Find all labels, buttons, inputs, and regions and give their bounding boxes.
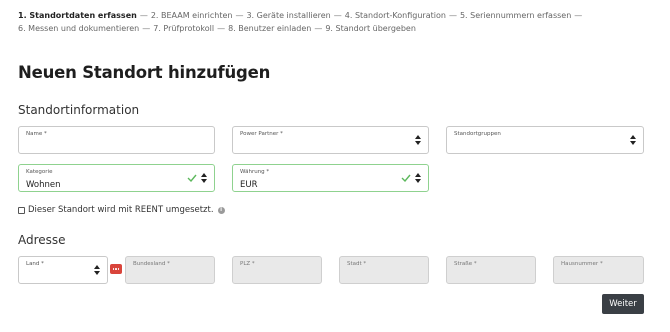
waehrung-value: EUR bbox=[240, 180, 258, 190]
step-separator: — bbox=[142, 24, 151, 33]
stadt-field: Stadt * bbox=[339, 256, 429, 284]
name-field[interactable]: Name * bbox=[18, 126, 215, 154]
kategorie-value: Wohnen bbox=[26, 180, 61, 190]
error-badge-icon bbox=[110, 264, 122, 274]
reent-checkbox[interactable] bbox=[18, 206, 25, 214]
sort-caret-icon bbox=[415, 173, 421, 183]
section-title-adresse: Adresse bbox=[18, 233, 66, 247]
strasse-label: Straße * bbox=[454, 261, 477, 267]
sort-caret-icon bbox=[415, 135, 421, 145]
step-separator: — bbox=[217, 24, 226, 33]
plz-field: PLZ * bbox=[232, 256, 322, 284]
stadt-label: Stadt * bbox=[347, 261, 367, 267]
step-7[interactable]: 7. Prüfprotokoll bbox=[153, 24, 214, 33]
land-select[interactable]: Land * bbox=[18, 256, 108, 284]
standortgruppen-label: Standortgruppen bbox=[454, 131, 501, 137]
step-2[interactable]: 2. BEAAM einrichten bbox=[151, 11, 233, 20]
waehrung-label: Währung * bbox=[240, 169, 270, 175]
bundesland-field: Bundesland * bbox=[125, 256, 215, 284]
section-title-standortinformation: Standortinformation bbox=[18, 103, 140, 117]
power-partner-label: Power Partner * bbox=[240, 131, 283, 137]
power-partner-select[interactable]: Power Partner * bbox=[232, 126, 429, 154]
step-3[interactable]: 3. Geräte installieren bbox=[246, 11, 330, 20]
step-6[interactable]: 6. Messen und dokumentieren bbox=[18, 24, 139, 33]
step-9[interactable]: 9. Standort übergeben bbox=[325, 24, 416, 33]
kategorie-label: Kategorie bbox=[26, 169, 53, 175]
step-separator: — bbox=[448, 11, 457, 20]
bundesland-label: Bundesland * bbox=[133, 261, 170, 267]
wizard-steps: 1. Standortdaten erfassen —2. BEAAM einri… bbox=[18, 9, 658, 35]
check-icon bbox=[401, 174, 411, 182]
step-5[interactable]: 5. Seriennummern erfassen bbox=[460, 11, 571, 20]
check-icon bbox=[187, 174, 197, 182]
land-label: Land * bbox=[26, 261, 44, 267]
step-separator: — bbox=[333, 11, 342, 20]
hausnummer-label: Hausnummer * bbox=[561, 261, 603, 267]
plz-label: PLZ * bbox=[240, 261, 255, 267]
step-separator: — bbox=[574, 11, 583, 20]
step-4[interactable]: 4. Standort-Konfiguration bbox=[345, 11, 446, 20]
sort-caret-icon bbox=[630, 135, 636, 145]
reent-checkbox-row[interactable]: Dieser Standort wird mit REENT umgesetzt… bbox=[18, 204, 225, 216]
step-8[interactable]: 8. Benutzer einladen bbox=[228, 24, 311, 33]
hausnummer-field: Hausnummer * bbox=[553, 256, 644, 284]
step-separator: — bbox=[314, 24, 323, 33]
sort-caret-icon bbox=[201, 173, 207, 183]
waehrung-select[interactable]: Währung * EUR bbox=[232, 164, 429, 192]
name-label: Name * bbox=[26, 131, 47, 137]
page-title: Neuen Standort hinzufügen bbox=[18, 63, 271, 82]
kategorie-select[interactable]: Kategorie Wohnen bbox=[18, 164, 215, 192]
step-separator: — bbox=[139, 11, 148, 20]
standortgruppen-select[interactable]: Standortgruppen bbox=[446, 126, 644, 154]
info-icon[interactable]: i bbox=[217, 206, 225, 214]
next-button[interactable]: Weiter bbox=[602, 294, 644, 314]
step-1[interactable]: 1. Standortdaten erfassen bbox=[18, 11, 137, 20]
strasse-field: Straße * bbox=[446, 256, 536, 284]
step-separator: — bbox=[235, 11, 244, 20]
reent-label: Dieser Standort wird mit REENT umgesetzt… bbox=[28, 205, 214, 215]
sort-caret-icon bbox=[94, 265, 100, 275]
